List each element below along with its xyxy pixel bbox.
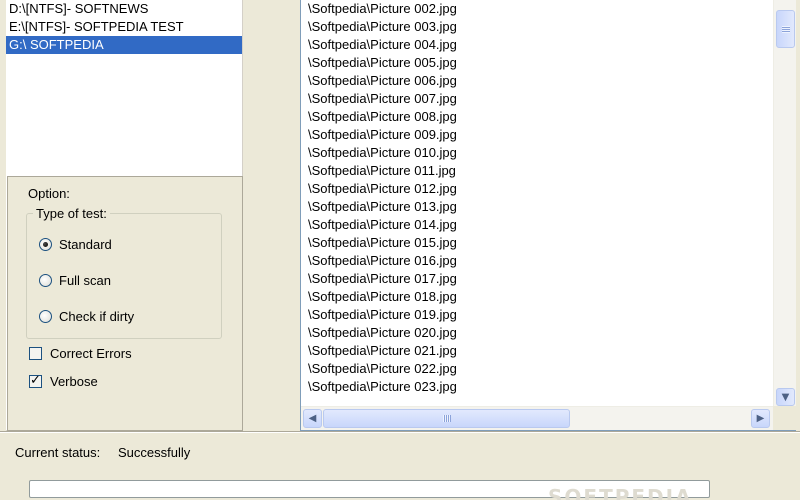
file-row[interactable]: \Softpedia\Picture 016.jpg: [301, 252, 773, 270]
file-row[interactable]: \Softpedia\Picture 019.jpg: [301, 306, 773, 324]
status-label: Current status:: [15, 445, 101, 460]
drive-item[interactable]: G:\ SOFTPEDIA: [6, 36, 242, 54]
file-row[interactable]: \Softpedia\Picture 020.jpg: [301, 324, 773, 342]
file-row[interactable]: \Softpedia\Picture 021.jpg: [301, 342, 773, 360]
checkbox-verbose-label: Verbose: [50, 373, 98, 389]
drive-list[interactable]: D:\[NTFS]- SOFTNEWS E:\[NTFS]- SOFTPEDIA …: [6, 0, 243, 175]
file-row[interactable]: \Softpedia\Picture 011.jpg: [301, 162, 773, 180]
radio-button[interactable]: [39, 237, 52, 251]
file-row[interactable]: \Softpedia\Picture 023.jpg: [301, 378, 773, 396]
radio-standard-label: Standard: [59, 236, 112, 252]
options-panel: Option: Type of test: Standard Full scan…: [6, 175, 243, 431]
horizontal-scrollbar[interactable]: ◀ ▶: [301, 406, 773, 430]
radio-full-scan[interactable]: Full scan: [39, 271, 111, 289]
checkbox[interactable]: [29, 373, 42, 388]
watermark-logo: SOFTPEDIA: [548, 485, 693, 500]
status-value: Successfully: [118, 445, 191, 460]
file-row[interactable]: \Softpedia\Picture 013.jpg: [301, 198, 773, 216]
option-label: Option:: [28, 186, 70, 201]
file-row[interactable]: \Softpedia\Picture 022.jpg: [301, 360, 773, 378]
file-list[interactable]: \Softpedia\Picture 002.jpg \Softpedia\Pic…: [301, 0, 773, 406]
chevron-right-icon: ▶: [756, 413, 765, 424]
checkbox-verbose[interactable]: Verbose: [29, 372, 98, 390]
file-row[interactable]: \Softpedia\Picture 004.jpg: [301, 36, 773, 54]
file-row[interactable]: \Softpedia\Picture 018.jpg: [301, 288, 773, 306]
file-row[interactable]: \Softpedia\Picture 007.jpg: [301, 90, 773, 108]
panel-divider: [243, 0, 300, 431]
file-row[interactable]: \Softpedia\Picture 009.jpg: [301, 126, 773, 144]
radio-standard[interactable]: Standard: [39, 235, 112, 253]
checkbox-correct-errors-label: Correct Errors: [50, 345, 132, 361]
drive-item[interactable]: D:\[NTFS]- SOFTNEWS: [6, 0, 242, 18]
vertical-scroll-thumb[interactable]: [776, 10, 795, 48]
file-row[interactable]: \Softpedia\Picture 012.jpg: [301, 180, 773, 198]
file-row[interactable]: \Softpedia\Picture 015.jpg: [301, 234, 773, 252]
file-row[interactable]: \Softpedia\Picture 002.jpg: [301, 0, 773, 18]
radio-full-scan-label: Full scan: [59, 272, 112, 288]
checkbox[interactable]: [29, 346, 42, 360]
checkbox-correct-errors[interactable]: Correct Errors: [29, 344, 132, 362]
scrollbar-corner: [773, 406, 796, 430]
status-area: Current status: Successfully SOFTPEDIA: [0, 431, 800, 500]
scroll-left-button[interactable]: ◀: [303, 409, 322, 428]
vertical-scrollbar[interactable]: ▼: [773, 0, 796, 406]
chevron-down-icon: ▼: [781, 391, 790, 403]
test-type-group: Type of test: Standard Full scan Check i…: [26, 206, 222, 339]
radio-button[interactable]: [39, 273, 52, 287]
radio-button[interactable]: [39, 309, 52, 323]
grip-icon: [442, 415, 451, 422]
drive-item[interactable]: E:\[NTFS]- SOFTPEDIA TEST: [6, 18, 242, 36]
scroll-right-button[interactable]: ▶: [751, 409, 770, 428]
radio-check-if-dirty[interactable]: Check if dirty: [39, 307, 134, 325]
file-row[interactable]: \Softpedia\Picture 006.jpg: [301, 72, 773, 90]
chevron-left-icon: ◀: [308, 413, 317, 424]
file-row[interactable]: \Softpedia\Picture 017.jpg: [301, 270, 773, 288]
file-list-frame: \Softpedia\Picture 002.jpg \Softpedia\Pic…: [300, 0, 796, 431]
test-type-legend: Type of test:: [33, 206, 110, 221]
file-row[interactable]: \Softpedia\Picture 014.jpg: [301, 216, 773, 234]
file-row[interactable]: \Softpedia\Picture 008.jpg: [301, 108, 773, 126]
file-row[interactable]: \Softpedia\Picture 010.jpg: [301, 144, 773, 162]
scroll-down-button[interactable]: ▼: [776, 388, 795, 406]
file-row[interactable]: \Softpedia\Picture 003.jpg: [301, 18, 773, 36]
grip-icon: [781, 25, 790, 33]
radio-check-if-dirty-label: Check if dirty: [59, 308, 135, 324]
file-row[interactable]: \Softpedia\Picture 005.jpg: [301, 54, 773, 72]
horizontal-scroll-thumb[interactable]: [323, 409, 570, 428]
